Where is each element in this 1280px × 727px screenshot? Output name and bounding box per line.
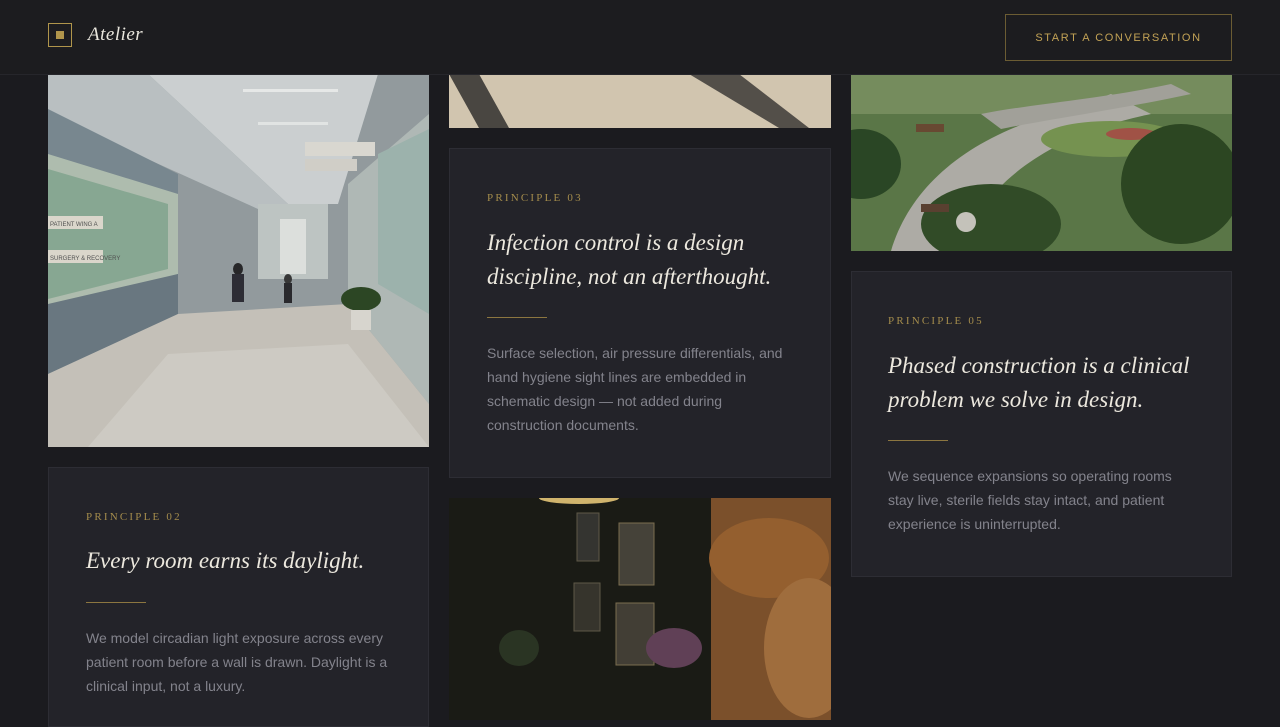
- brand-name[interactable]: Atelier: [88, 24, 143, 46]
- warm-interior-image: [449, 498, 831, 720]
- principle-body: We sequence expansions so operating room…: [888, 468, 1172, 532]
- principle-title: Phased construction is a clinical proble…: [888, 353, 1190, 412]
- principle-card: PRINCIPLE 02 Every room earns its daylig…: [48, 467, 429, 727]
- logo-mark-icon[interactable]: [48, 23, 72, 47]
- divider: [888, 440, 948, 441]
- principle-label: PRINCIPLE 03: [487, 192, 583, 204]
- divider: [487, 317, 547, 318]
- principle-title: Infection control is a design discipline…: [487, 230, 772, 289]
- courtyard-garden-image: [851, 74, 1232, 251]
- hospital-corridor-image: PATIENT WING A SURGERY & RECOVERY: [48, 74, 429, 447]
- principle-body: We model circadian light exposure across…: [86, 630, 388, 694]
- divider: [86, 602, 146, 603]
- floor-detail-image: [449, 74, 831, 128]
- principle-label: PRINCIPLE 02: [86, 511, 182, 523]
- principle-label: PRINCIPLE 05: [888, 315, 984, 327]
- start-conversation-button[interactable]: START A CONVERSATION: [1005, 14, 1232, 61]
- principle-card: PRINCIPLE 05 Phased construction is a cl…: [851, 271, 1232, 577]
- principle-title: Every room earns its daylight.: [86, 548, 365, 573]
- site-header: Atelier START A CONVERSATION: [0, 0, 1280, 74]
- principle-body: Surface selection, air pressure differen…: [487, 345, 783, 433]
- principle-card: PRINCIPLE 03 Infection control is a desi…: [449, 148, 831, 478]
